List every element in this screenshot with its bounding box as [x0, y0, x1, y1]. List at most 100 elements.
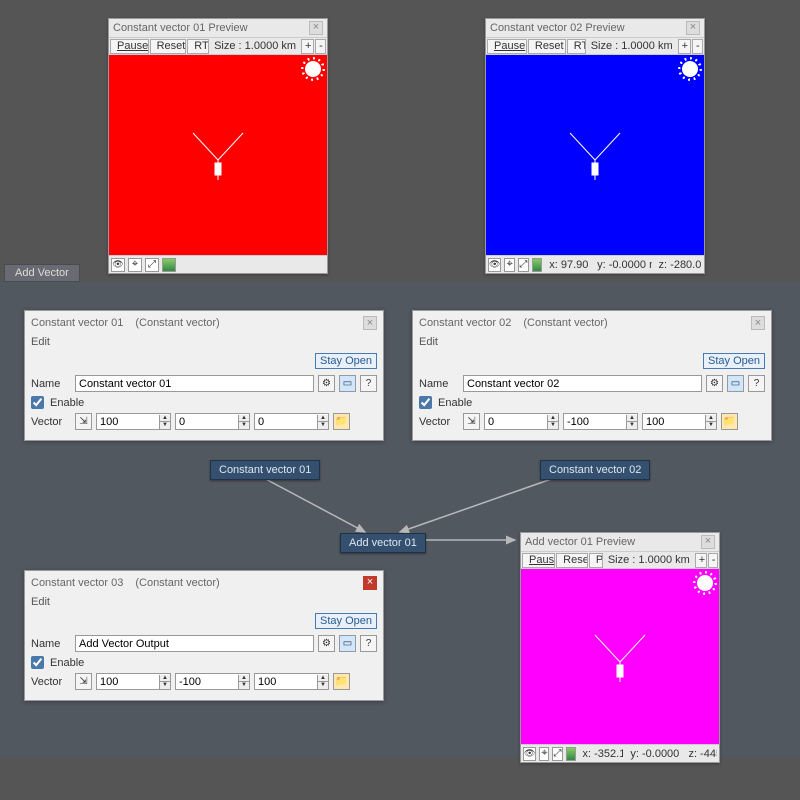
edit-menu[interactable]: Edit: [31, 595, 377, 609]
paint-icon[interactable]: [162, 258, 176, 272]
help-icon[interactable]: ?: [360, 635, 377, 652]
preview-cv2-canvas[interactable]: [486, 55, 704, 255]
name-label: Name: [419, 378, 459, 390]
expand-icon[interactable]: [145, 258, 159, 272]
rtp-button[interactable]: RT: [567, 39, 586, 54]
close-icon[interactable]: ×: [363, 316, 377, 330]
preview-cv2-title: Constant vector 02 Preview: [490, 22, 686, 34]
zoom-in-button[interactable]: +: [695, 553, 707, 568]
zoom-out-button[interactable]: -: [692, 39, 703, 54]
close-icon[interactable]: ×: [686, 21, 700, 35]
expand-icon[interactable]: [518, 258, 529, 272]
coord-x: x: 97.90 m: [545, 259, 590, 271]
panel-type: (Constant vector): [523, 317, 607, 329]
axes-icon[interactable]: ⇲: [75, 413, 92, 430]
vector-x-field[interactable]: ▲▼: [96, 413, 171, 430]
zoom-in-button[interactable]: +: [678, 39, 691, 54]
pause-button[interactable]: Pause: [522, 553, 555, 568]
vector-label: Vector: [31, 676, 71, 688]
zoom-out-button[interactable]: -: [315, 39, 326, 54]
preview-addv-title: Add vector 01 Preview: [525, 536, 701, 548]
expand-icon[interactable]: [552, 747, 562, 761]
help-icon[interactable]: ?: [748, 375, 765, 392]
paint-icon[interactable]: [566, 747, 576, 761]
pause-button[interactable]: Pause: [110, 39, 149, 54]
vector-y-field[interactable]: ▲▼: [175, 673, 250, 690]
vector-x-field[interactable]: ▲▼: [484, 413, 559, 430]
panel-cv3: Constant vector 03(Constant vector)× Edi…: [24, 570, 384, 701]
eye-icon[interactable]: [488, 258, 501, 272]
target-icon[interactable]: [504, 258, 515, 272]
compass-icon: [560, 125, 630, 185]
name-field[interactable]: [75, 375, 314, 392]
enable-checkbox[interactable]: [31, 656, 44, 669]
enable-checkbox[interactable]: [31, 396, 44, 409]
enable-checkbox[interactable]: [419, 396, 432, 409]
preview-addv: Add vector 01 Preview× Pause Reset P Siz…: [520, 532, 720, 763]
vector-z-field[interactable]: ▲▼: [254, 673, 329, 690]
gear-icon[interactable]: ⚙: [706, 375, 723, 392]
close-icon[interactable]: ×: [751, 316, 765, 330]
preview-cv1-canvas[interactable]: [109, 55, 327, 255]
coord-x: x: -352.1 m: [579, 748, 624, 760]
folder-icon[interactable]: 📁: [333, 673, 350, 690]
vector-z-field[interactable]: ▲▼: [254, 413, 329, 430]
stay-open-button[interactable]: Stay Open: [315, 613, 377, 629]
preview-icon[interactable]: ▭: [339, 375, 356, 392]
enable-label: Enable: [50, 657, 84, 669]
panel-type: (Constant vector): [135, 577, 219, 589]
tab-add-vector[interactable]: Add Vector: [4, 264, 80, 282]
folder-icon[interactable]: 📁: [333, 413, 350, 430]
target-icon[interactable]: [539, 747, 549, 761]
zoom-in-button[interactable]: +: [301, 39, 314, 54]
help-icon[interactable]: ?: [360, 375, 377, 392]
axes-icon[interactable]: ⇲: [75, 673, 92, 690]
vector-x-field[interactable]: ▲▼: [96, 673, 171, 690]
sun-icon: [305, 61, 321, 77]
preview-icon[interactable]: ▭: [339, 635, 356, 652]
preview-cv1-title: Constant vector 01 Preview: [113, 22, 309, 34]
panel-cv1: Constant vector 01 (Constant vector) × Edi…: [24, 310, 384, 441]
preview-cv2: Constant vector 02 Preview× Pause Reset …: [485, 18, 705, 274]
folder-icon[interactable]: 📁: [721, 413, 738, 430]
rtp-button[interactable]: P: [589, 553, 603, 568]
edit-menu[interactable]: Edit: [419, 335, 765, 349]
zoom-out-button[interactable]: -: [708, 553, 718, 568]
coord-y: y: -0.0000 mm: [593, 259, 651, 271]
node-addv[interactable]: Add vector 01: [340, 533, 426, 553]
paint-icon[interactable]: [532, 258, 543, 272]
close-icon[interactable]: ×: [309, 21, 323, 35]
eye-icon[interactable]: [111, 258, 125, 272]
axes-icon[interactable]: ⇲: [463, 413, 480, 430]
name-field[interactable]: [75, 635, 314, 652]
size-label: Size : 1.0000 km: [210, 40, 300, 52]
preview-addv-canvas[interactable]: [521, 569, 719, 744]
eye-icon[interactable]: [523, 747, 536, 761]
vector-y-field[interactable]: ▲▼: [175, 413, 250, 430]
gear-icon[interactable]: ⚙: [318, 375, 335, 392]
reset-button[interactable]: Reset: [150, 39, 187, 54]
vector-z-field[interactable]: ▲▼: [642, 413, 717, 430]
node-cv1[interactable]: Constant vector 01: [210, 460, 320, 480]
coord-y: y: -0.0000 mm: [626, 748, 681, 760]
vector-label: Vector: [419, 416, 459, 428]
name-label: Name: [31, 378, 71, 390]
reset-button[interactable]: Reset: [556, 553, 588, 568]
rtp-button[interactable]: RTP: [187, 39, 209, 54]
close-icon[interactable]: ×: [363, 576, 377, 590]
close-icon[interactable]: ×: [701, 535, 715, 549]
panel-title: Constant vector 01: [31, 317, 123, 329]
node-cv2[interactable]: Constant vector 02: [540, 460, 650, 480]
reset-button[interactable]: Reset: [528, 39, 566, 54]
vector-y-field[interactable]: ▲▼: [563, 413, 638, 430]
preview-icon[interactable]: ▭: [727, 375, 744, 392]
gear-icon[interactable]: ⚙: [318, 635, 335, 652]
stay-open-button[interactable]: Stay Open: [315, 353, 377, 369]
pause-button[interactable]: Pause: [487, 39, 527, 54]
name-label: Name: [31, 638, 71, 650]
edit-menu[interactable]: Edit: [31, 335, 377, 349]
stay-open-button[interactable]: Stay Open: [703, 353, 765, 369]
target-icon[interactable]: [128, 258, 142, 272]
panel-type: (Constant vector): [135, 317, 219, 329]
name-field[interactable]: [463, 375, 702, 392]
